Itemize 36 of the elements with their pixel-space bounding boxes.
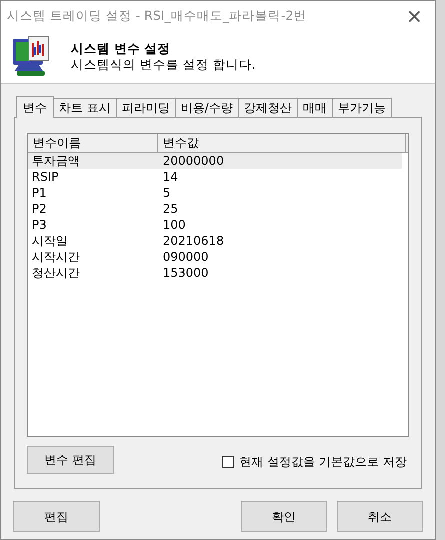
table-cell-text: 20000000 — [162, 153, 226, 169]
table-cell-text: 시작시간 — [31, 249, 81, 265]
tab[interactable]: 차트 표시 — [54, 98, 117, 117]
table-row[interactable]: 투자금액 20000000 — [28, 153, 402, 169]
table-cell-text: RSIP — [31, 169, 60, 185]
tab[interactable]: 부가기능 — [332, 98, 392, 117]
edit-button[interactable]: 편집 — [13, 501, 100, 532]
table-cell-text: P1 — [31, 185, 48, 201]
tab[interactable]: 변수 — [16, 96, 54, 118]
table-cell-text: P2 — [31, 201, 48, 217]
table-cell-text: 청산시간 — [31, 265, 81, 281]
edit-variables-button[interactable]: 변수 편집 — [27, 446, 114, 474]
table-cell-text: 100 — [162, 217, 187, 233]
table-cell-text: 14 — [162, 169, 180, 185]
table-cell-text: 153000 — [162, 265, 210, 281]
table-cell-text: 투자금액 — [31, 153, 81, 169]
column-header[interactable]: 변수값 — [158, 134, 406, 152]
ok-button[interactable]: 확인 — [241, 501, 327, 532]
table-cell-text: 090000 — [162, 249, 210, 265]
tab[interactable]: 강제청산 — [238, 98, 298, 117]
checkbox[interactable] — [222, 456, 234, 468]
header-title: 시스템 변수 설정 — [71, 41, 172, 57]
close-button[interactable]: × — [402, 6, 427, 26]
table-cell-text: 시작일 — [31, 233, 69, 249]
table-cell-text: 20210618 — [162, 233, 226, 249]
column-header[interactable]: 변수이름 — [28, 134, 158, 152]
tab[interactable]: 피라미딩 — [116, 98, 176, 117]
tab[interactable]: 비용/수량 — [176, 98, 239, 117]
header-subtitle: 시스템식의 변수를 설정 합니다. — [71, 57, 256, 73]
window-title: 시스템 트레이딩 설정 - RSI_매수매도_파라볼릭-2번 — [7, 6, 307, 25]
table-cell-text: 5 — [162, 185, 172, 201]
cancel-button[interactable]: 취소 — [337, 501, 423, 532]
checkbox-label: 현재 설정값을 기본값으로 저장 — [240, 454, 407, 471]
table-cell-text: P3 — [31, 217, 48, 233]
table-cell-text: 25 — [162, 201, 180, 217]
tab[interactable]: 매매 — [298, 98, 333, 117]
